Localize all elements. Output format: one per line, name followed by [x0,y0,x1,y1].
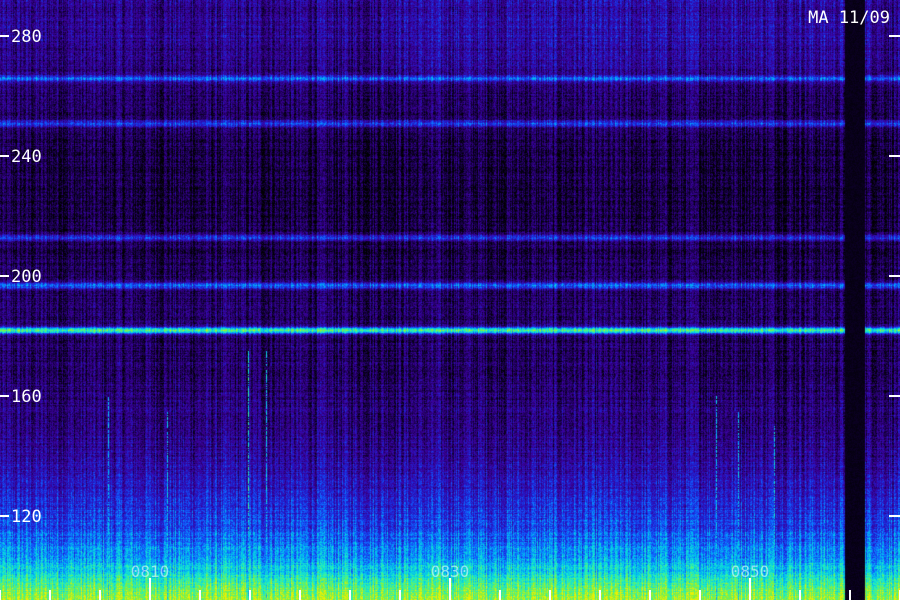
x-tick-label: 0830 [431,562,470,581]
chart-title: MA 11/09 [808,8,890,28]
spectrogram-heatmap [0,0,900,600]
x-tick-label: 0850 [731,562,770,581]
y-tick-label-160: 160 [11,387,42,407]
y-tick-label-240: 240 [11,147,42,167]
y-tick-label-200: 200 [11,267,42,287]
y-tick-label-120: 120 [11,507,42,527]
y-tick-label-280: 280 [11,27,42,47]
x-tick-label: 0810 [131,562,170,581]
spectrogram-chart: 280 240 200 160 120 0810 0830 0850 MA 11/09 [0,0,900,600]
